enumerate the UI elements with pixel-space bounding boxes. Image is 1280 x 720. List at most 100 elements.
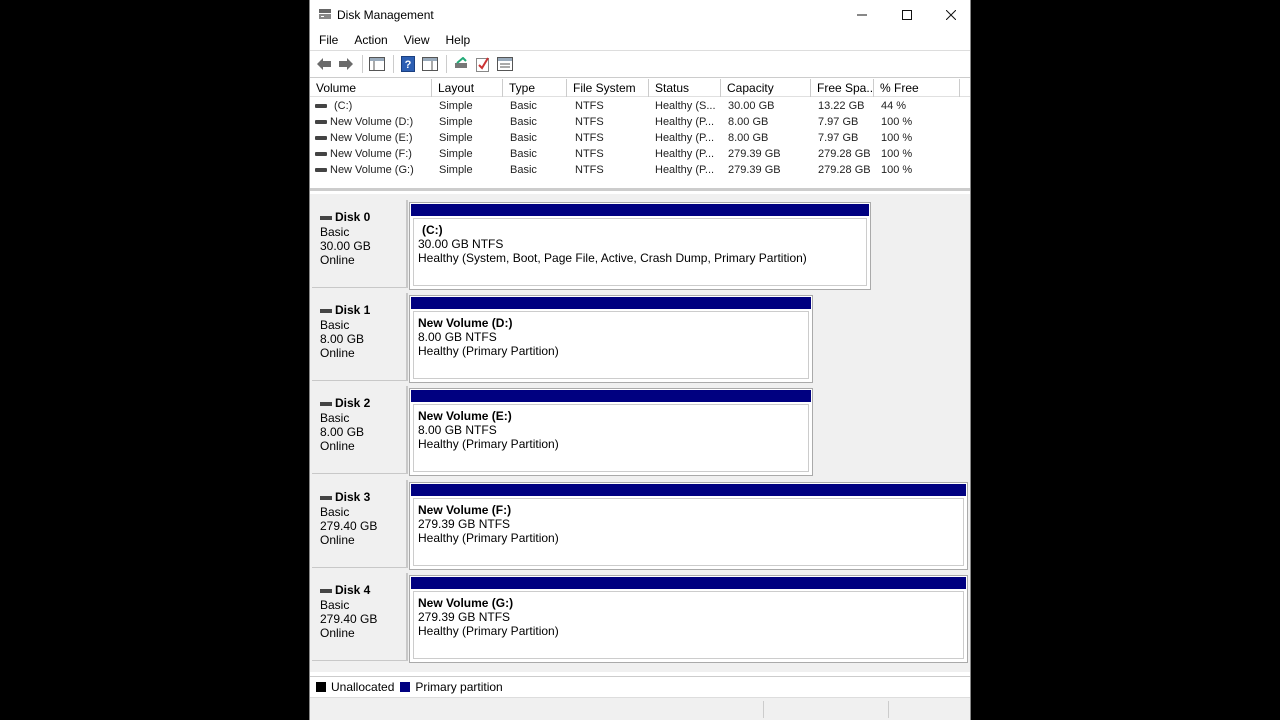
disk-4: Disk 4 Basic 279.40 GB Online New Volume… [310, 571, 970, 663]
disk-name: Disk 0 [320, 210, 370, 224]
minimize-button[interactable] [840, 0, 884, 30]
partition-size-fs: 30.00 GB NTFS [418, 237, 504, 251]
disk-name: Disk 4 [320, 583, 370, 597]
column-header-capacity[interactable]: Capacity [721, 79, 811, 97]
list-view-button[interactable] [495, 54, 515, 74]
volume-row-d[interactable]: New Volume (D:) Simple Basic NTFS Health… [310, 114, 970, 130]
properties-button[interactable] [420, 54, 440, 74]
maximize-button[interactable] [885, 0, 929, 30]
volume-layout: Simple [439, 132, 473, 144]
volume-type: Basic [510, 132, 537, 144]
volume-type: Basic [510, 148, 537, 160]
volume-icon [315, 104, 327, 108]
forward-arrow-icon [339, 58, 353, 70]
disk-name: Disk 1 [320, 303, 370, 317]
column-header-type[interactable]: Type [503, 79, 567, 97]
menu-file[interactable]: File [319, 33, 344, 47]
show-hide-console-tree-button[interactable] [367, 54, 387, 74]
volume-percent-free: 100 % [881, 116, 913, 128]
volume-free-space: 279.28 GB [818, 148, 871, 160]
volume-file-system: NTFS [575, 132, 604, 144]
connect-disk-icon [455, 57, 467, 68]
back-arrow-icon [317, 58, 331, 70]
disk-management-icon [319, 9, 331, 19]
volume-capacity: 279.39 GB [728, 148, 781, 160]
partition-g[interactable]: New Volume (G:) 279.39 GB NTFS Healthy (… [409, 575, 968, 663]
volume-list-header: Volume Layout Type File System Status Ca… [310, 79, 970, 97]
partition-e[interactable]: New Volume (E:) 8.00 GB NTFS Healthy (Pr… [409, 388, 813, 476]
partition-size-fs: 8.00 GB NTFS [418, 330, 497, 344]
disk-label[interactable]: Disk 1 Basic 8.00 GB Online [312, 293, 408, 381]
partition-f[interactable]: New Volume (F:) 279.39 GB NTFS Healthy (… [409, 482, 968, 570]
volume-status: Healthy (P... [655, 164, 715, 176]
status-bar-divider [888, 701, 889, 718]
disk-label[interactable]: Disk 2 Basic 8.00 GB Online [312, 386, 408, 474]
volume-icon [315, 136, 327, 140]
volume-type: Basic [510, 100, 537, 112]
volume-name: New Volume (G:) [330, 164, 414, 176]
title-bar: Disk Management [310, 0, 970, 30]
properties-icon [422, 57, 438, 71]
menu-view[interactable]: View [404, 33, 436, 47]
disk-label[interactable]: Disk 3 Basic 279.40 GB Online [312, 480, 408, 568]
volume-icon [315, 152, 327, 156]
help-button[interactable]: ? [398, 54, 418, 74]
partition-size-fs: 8.00 GB NTFS [418, 423, 497, 437]
disk-label[interactable]: Disk 4 Basic 279.40 GB Online [312, 573, 408, 661]
volume-capacity: 8.00 GB [728, 132, 769, 144]
partition-status: Healthy (Primary Partition) [418, 624, 559, 638]
column-header-percent-free[interactable]: % Free [874, 79, 960, 97]
legend: Unallocated Primary partition [310, 676, 970, 696]
legend-unallocated: Unallocated [316, 680, 394, 694]
close-button[interactable] [929, 0, 973, 30]
window-title: Disk Management [337, 8, 434, 22]
back-button[interactable] [314, 54, 334, 74]
status-bar-divider [763, 701, 764, 718]
volume-percent-free: 100 % [881, 148, 913, 160]
column-header-free-space[interactable]: Free Spa... [811, 79, 874, 97]
partition-c[interactable]: (C:) 30.00 GB NTFS Healthy (System, Boot… [409, 202, 871, 290]
volume-row-f[interactable]: New Volume (F:) Simple Basic NTFS Health… [310, 146, 970, 162]
volume-icon [315, 168, 327, 172]
partition-status: Healthy (Primary Partition) [418, 437, 559, 451]
disk-state: Online [320, 533, 355, 547]
primary-partition-bar [411, 204, 869, 216]
forward-button[interactable] [336, 54, 356, 74]
legend-label: Unallocated [331, 679, 395, 694]
menu-help[interactable]: Help [446, 33, 477, 47]
primary-partition-bar [411, 297, 811, 309]
volume-list: Volume Layout Type File System Status Ca… [310, 79, 970, 191]
disk-icon [320, 588, 332, 593]
partition-status: Healthy (Primary Partition) [418, 344, 559, 358]
legend-primary-partition: Primary partition [400, 680, 503, 694]
column-header-volume[interactable]: Volume [310, 79, 432, 97]
volume-row-e[interactable]: New Volume (E:) Simple Basic NTFS Health… [310, 130, 970, 146]
check-button[interactable] [473, 54, 493, 74]
connect-disk-button[interactable] [451, 54, 471, 74]
menu-action[interactable]: Action [354, 33, 393, 47]
disk-1: Disk 1 Basic 8.00 GB Online New Volume (… [310, 291, 970, 383]
volume-row-c[interactable]: (C:) Simple Basic NTFS Healthy (S... 30.… [310, 98, 970, 114]
disk-label[interactable]: Disk 0 Basic 30.00 GB Online [312, 200, 408, 288]
status-bar [310, 697, 970, 720]
volume-capacity: 8.00 GB [728, 116, 769, 128]
column-header-status[interactable]: Status [649, 79, 721, 97]
volume-free-space: 279.28 GB [818, 164, 871, 176]
volume-status: Healthy (P... [655, 116, 715, 128]
column-header-file-system[interactable]: File System [567, 79, 649, 97]
disk-2: Disk 2 Basic 8.00 GB Online New Volume (… [310, 384, 970, 476]
primary-partition-bar [411, 390, 811, 402]
partition-name: (C:) [422, 223, 443, 237]
partition-size-fs: 279.39 GB NTFS [418, 517, 511, 531]
volume-percent-free: 44 % [881, 100, 907, 112]
partition-body: (C:) 30.00 GB NTFS Healthy (System, Boot… [413, 218, 867, 286]
volume-free-space: 7.97 GB [818, 116, 859, 128]
volume-row-g[interactable]: New Volume (G:) Simple Basic NTFS Health… [310, 162, 970, 178]
partition-body: New Volume (F:) 279.39 GB NTFS Healthy (… [413, 498, 964, 566]
partition-d[interactable]: New Volume (D:) 8.00 GB NTFS Healthy (Pr… [409, 295, 813, 383]
check-icon [476, 57, 489, 72]
partition-status: Healthy (Primary Partition) [418, 531, 559, 545]
unallocated-swatch [316, 681, 326, 692]
disk-type: Basic [320, 318, 350, 332]
column-header-layout[interactable]: Layout [432, 79, 503, 97]
